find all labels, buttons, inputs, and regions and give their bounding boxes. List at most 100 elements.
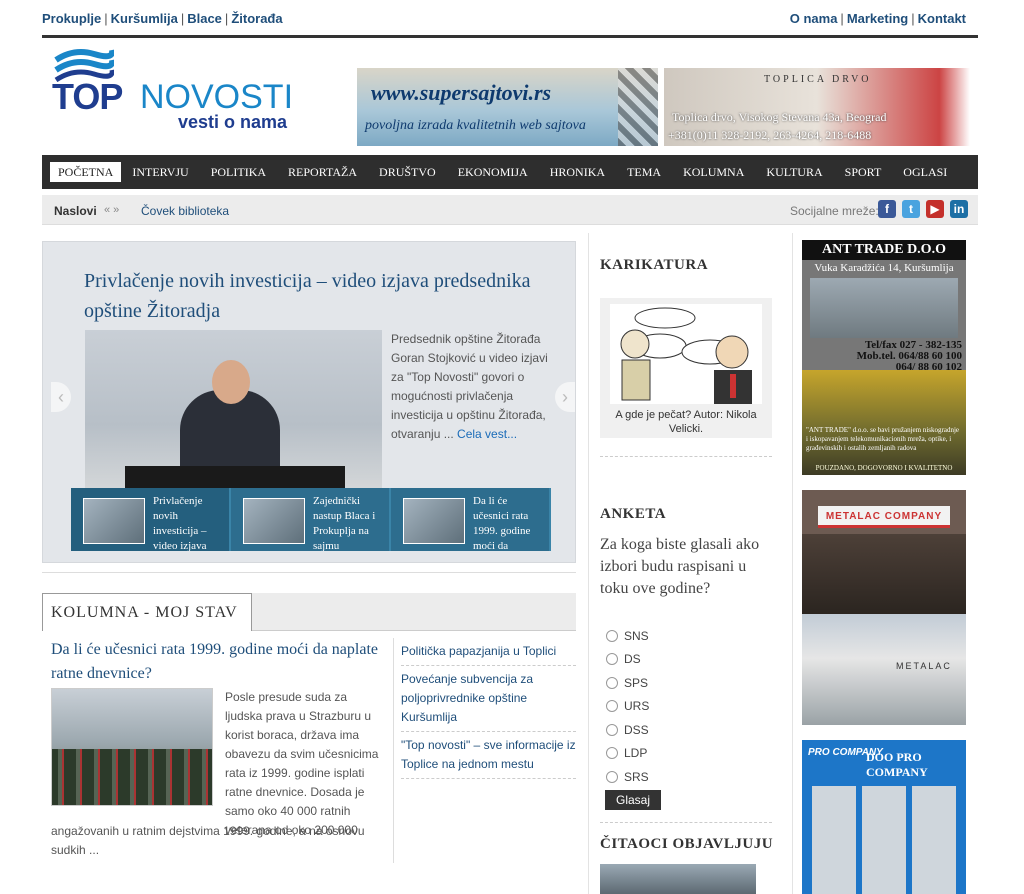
radio-icon[interactable] <box>606 771 618 783</box>
radio-icon[interactable] <box>606 724 618 736</box>
poll-option[interactable]: SPS <box>606 676 648 690</box>
thumb-caption: Da li će učesnici rata 1999. godine moći… <box>473 495 531 551</box>
poll-option[interactable]: URS <box>606 699 649 713</box>
chevron-right-icon: › <box>562 387 568 407</box>
banner1-url: www.supersajtovi.rs <box>371 80 552 105</box>
youtube-icon[interactable]: ▶ <box>926 200 944 218</box>
city-link-zitoradja[interactable]: Žitorađa <box>231 11 282 26</box>
slider-thumb[interactable]: Da li će učesnici rata 1999. godine moći… <box>391 488 551 551</box>
headlines-arrows-icon[interactable]: « » <box>104 204 119 216</box>
city-links: Prokuplje | Kuršumlija | Blace | Žitorađa <box>42 11 283 26</box>
banner2-address: Toplica drvo, Visokog Stevana 43a, Beogr… <box>672 110 887 124</box>
anketa-heading: ANKETA <box>600 506 667 522</box>
vote-button[interactable]: Glasaj <box>605 790 661 810</box>
banner1-subtitle: povoljna izrada kvalitetnih web sajtova <box>365 118 586 133</box>
toplica-drvo-banner[interactable]: TOPLICA DRVO Toplica drvo, Visokog Steva… <box>664 68 970 146</box>
contact-link[interactable]: Kontakt <box>918 11 966 26</box>
nav-item-oglasi[interactable]: OGLASI <box>892 162 958 182</box>
slider-thumb[interactable]: Zajednički nastup Blaca i Prokuplja na s… <box>231 488 391 551</box>
related-link[interactable]: Politička papazjanija u Toplici <box>401 638 576 666</box>
ad1-phones: Tel/fax 027 - 382-135 Mob.tel. 064/88 60… <box>812 340 962 373</box>
nav-item-kolumna[interactable]: KOLUMNA <box>672 162 755 182</box>
metalac-ad[interactable]: METALAC COMPANY METALAC <box>802 490 966 725</box>
featured-title[interactable]: Privlačenje novih investicija – video iz… <box>84 266 564 326</box>
facebook-icon[interactable]: f <box>878 200 896 218</box>
banner2-sign: TOPLICA DRVO <box>764 74 872 85</box>
column-tab[interactable]: KOLUMNA - MOJ STAV <box>42 593 252 631</box>
slider-thumb[interactable]: Privlačenje novih investicija – video iz… <box>71 488 231 551</box>
nav-item-reportaza[interactable]: REPORTAŽA <box>277 162 368 182</box>
supersajtovi-banner[interactable]: www.supersajtovi.rs povoljna izrada kval… <box>357 68 658 146</box>
site-logo[interactable]: TOP NOVOSTI vesti o nama <box>52 48 307 134</box>
main-nav: POČETNA INTERVJU POLITIKA REPORTAŽA DRUŠ… <box>42 155 978 189</box>
city-link-kursumlija[interactable]: Kuršumlija <box>111 11 178 26</box>
reader-photo[interactable] <box>600 864 756 894</box>
slider-thumbnails: Privlačenje novih investicija – video iz… <box>71 488 551 551</box>
poll-option-label: DS <box>624 652 641 666</box>
slider-prev-button[interactable]: ‹ <box>51 382 71 412</box>
ant-trade-ad[interactable]: ANT TRADE D.O.O Vuka Karadžića 14, Kuršu… <box>802 240 966 475</box>
radio-icon[interactable] <box>606 677 618 689</box>
poll-option[interactable]: SRS <box>606 770 649 784</box>
featured-slider: Privlačenje novih investicija – video iz… <box>42 241 576 563</box>
marketing-link[interactable]: Marketing <box>847 11 908 26</box>
column-article-title[interactable]: Da li će učesnici rata 1999. godine moći… <box>51 638 381 686</box>
headline-ticker-link[interactable]: Čovek biblioteka <box>141 204 229 218</box>
twitter-icon[interactable]: t <box>902 200 920 218</box>
nav-item-tema[interactable]: TEMA <box>616 162 672 182</box>
nav-item-drustvo[interactable]: DRUŠTVO <box>368 162 447 182</box>
nav-item-pocetna[interactable]: POČETNA <box>50 162 122 182</box>
ad3-name: DOO PRO COMPANY <box>866 750 928 779</box>
ad1-description: "ANT TRADE" d.o.o. se bavi pružanjem nis… <box>806 426 960 452</box>
nav-item-politika[interactable]: POLITIKA <box>200 162 277 182</box>
ad2-logo: METALAC COMPANY <box>818 506 950 528</box>
ad2-building-sign: METALAC <box>896 661 952 671</box>
headlines-bar: Naslovi « » Čovek biblioteka Socijalne m… <box>42 195 978 225</box>
nav-item-kultura[interactable]: KULTURA <box>755 162 833 182</box>
poll-option-label: SPS <box>624 676 649 690</box>
column-article-text: Posle presude suda za ljudska prava u St… <box>225 690 379 837</box>
column-article-image[interactable] <box>51 688 213 806</box>
poll-option[interactable]: DS <box>606 652 641 666</box>
read-more-link[interactable]: Cela vest... <box>457 427 517 441</box>
thumb-image <box>243 498 305 544</box>
nav-item-sport[interactable]: SPORT <box>834 162 893 182</box>
cartoon-widget[interactable]: A gde je pečat? Autor: Nikola Velicki. <box>600 298 772 438</box>
nav-item-ekonomija[interactable]: EKONOMIJA <box>447 162 539 182</box>
about-link[interactable]: O nama <box>790 11 838 26</box>
poll-option[interactable]: LDP <box>606 746 647 760</box>
featured-photo[interactable] <box>85 330 382 488</box>
thumb-image <box>83 498 145 544</box>
info-links: O nama | Marketing | Kontakt <box>789 11 966 26</box>
poll-option[interactable]: DSS <box>606 723 649 737</box>
radio-icon[interactable] <box>606 630 618 642</box>
city-link-blace[interactable]: Blace <box>187 11 222 26</box>
related-link[interactable]: "Top novosti" – sve informacije iz Topli… <box>401 732 576 779</box>
cartoon-image <box>610 304 762 404</box>
radio-icon[interactable] <box>606 700 618 712</box>
column-related-links: Politička papazjanija u Toplici Povećanj… <box>401 638 576 779</box>
pro-company-ad[interactable]: PRO COMPANY DOO PRO COMPANY <box>802 740 966 894</box>
thumb-image <box>403 498 465 544</box>
banner2-phone: +381(0)11 328-2192, 263-4264, 218-6488 <box>668 128 872 142</box>
logo-top-text: TOP <box>52 76 123 117</box>
linkedin-icon[interactable]: in <box>950 200 968 218</box>
ad2-building-image: METALAC <box>802 614 966 725</box>
radio-icon[interactable] <box>606 747 618 759</box>
poll-option-label: LDP <box>624 746 648 760</box>
related-link[interactable]: Povećanje subvencija za poljoprivrednike… <box>401 666 576 732</box>
photo-desk <box>125 466 345 488</box>
poll-option[interactable]: SNS <box>606 629 649 643</box>
nav-item-hronika[interactable]: HRONIKA <box>539 162 616 182</box>
poll-option-label: SRS <box>624 770 649 784</box>
karikatura-heading: KARIKATURA <box>600 257 709 273</box>
readers-heading: ČITAOCI OBJAVLJUJU <box>600 836 774 852</box>
radio-icon[interactable] <box>606 653 618 665</box>
headlines-label: Naslovi <box>54 204 97 218</box>
column-article-text-cont: angažovanih u ratnim dejstvima 1999. god… <box>51 824 365 857</box>
column-separator <box>393 638 394 863</box>
city-link-prokuplje[interactable]: Prokuplje <box>42 11 101 26</box>
poll-question: Za koga biste glasali ako izbori budu ra… <box>600 536 760 597</box>
nav-item-intervju[interactable]: INTERVJU <box>121 162 199 182</box>
ad2-hall-image <box>802 534 966 614</box>
